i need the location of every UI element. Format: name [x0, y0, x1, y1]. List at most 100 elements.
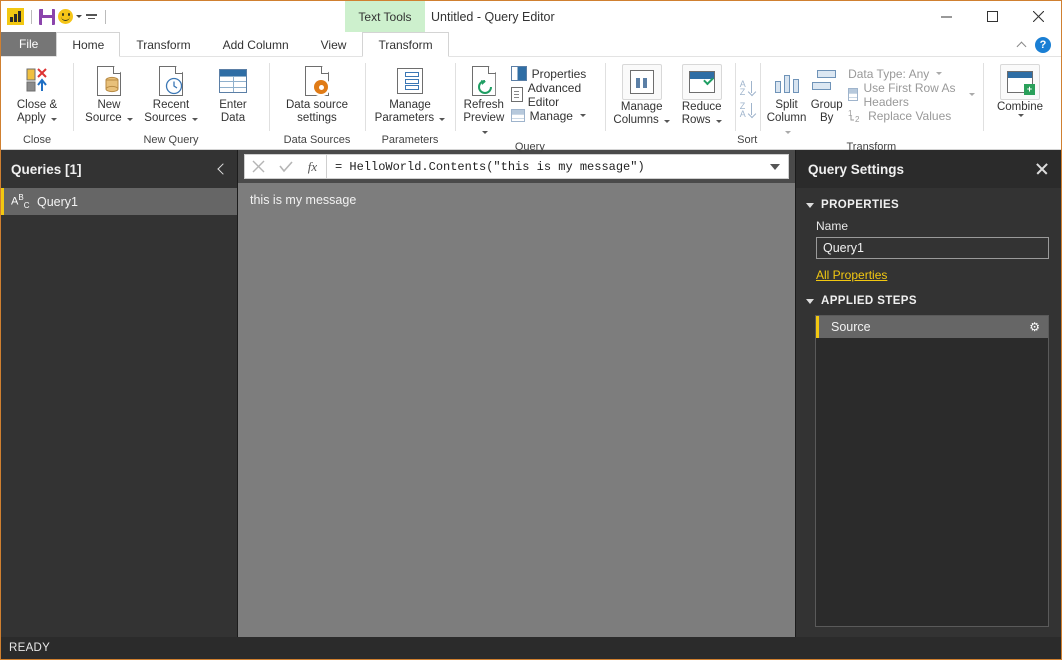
formula-input[interactable]: = HelloWorld.Contents("this is my messag… [326, 154, 789, 179]
query-settings-header: Query Settings [796, 150, 1061, 188]
applied-steps-section-header[interactable]: APPLIED STEPS [796, 284, 1061, 313]
split-column-button[interactable]: Split Column [765, 61, 809, 141]
tab-strip-right-controls: ? [1017, 32, 1057, 57]
close-button[interactable] [1015, 1, 1061, 32]
sort-descending-button[interactable]: ZA [739, 101, 755, 119]
enter-data-button[interactable]: Enter Data [202, 61, 264, 128]
combine-button[interactable]: + Combine [991, 61, 1049, 120]
properties-label: Properties [531, 66, 587, 81]
query-list-item-query1[interactable]: ABC Query1 [1, 188, 237, 215]
advanced-editor-icon [510, 87, 523, 102]
save-icon[interactable] [39, 8, 55, 25]
tab-file[interactable]: File [1, 32, 57, 56]
collapse-queries-icon[interactable] [215, 163, 227, 175]
formula-bar-buttons: fx [244, 154, 326, 179]
transform-small-commands: Data Type: Any Use First Row As Headers … [845, 61, 978, 126]
name-input[interactable]: Query1 [816, 237, 1049, 259]
replace-values-icon: 12 [848, 109, 863, 124]
abc-text-icon: ABC [11, 193, 30, 210]
chevron-down-icon [806, 298, 814, 304]
first-row-headers-icon [848, 88, 859, 101]
formula-bar: fx = HelloWorld.Contents("this is my mes… [238, 150, 795, 183]
ribbon-group-query: Refresh Preview Properties Advanced Edito… [455, 57, 605, 153]
customize-toolbar-icon[interactable] [85, 11, 98, 22]
advanced-editor-button[interactable]: Advanced Editor [508, 81, 600, 109]
manage-columns-button[interactable]: Manage Columns [610, 61, 674, 130]
manage-parameters-button[interactable]: Manage Parameters [370, 61, 450, 128]
combine-dropdown-icon[interactable] [1018, 114, 1024, 117]
tab-text-tools-transform[interactable]: Transform [362, 32, 449, 57]
manage-button[interactable]: Manage [508, 105, 600, 126]
smiley-icon[interactable] [58, 9, 73, 24]
ribbon-group-new-query: New Source Recent Sources Enter Data New… [73, 57, 269, 149]
group-label-sort: Sort [737, 134, 758, 146]
combine-icon: + [1000, 64, 1040, 100]
group-by-label: Group By [810, 99, 843, 124]
properties-section-label: PROPERTIES [821, 199, 900, 211]
queries-panel: Queries [1] ABC Query1 [1, 150, 238, 637]
replace-values-label: Replace Values [868, 108, 952, 123]
preview-content: this is my message [238, 183, 795, 637]
data-source-settings-button[interactable]: Data source settings [274, 61, 360, 128]
group-label-new-query: New Query [143, 134, 199, 146]
refresh-preview-icon [471, 64, 496, 98]
maximize-button[interactable] [969, 1, 1015, 32]
applied-steps-list: Source ⚙ [815, 315, 1049, 627]
group-label-close: Close [22, 134, 52, 146]
tab-transform[interactable]: Transform [120, 32, 206, 56]
applied-step-source[interactable]: Source ⚙ [816, 316, 1048, 338]
reduce-rows-label: Reduce Rows [681, 101, 722, 126]
tab-view[interactable]: View [305, 32, 363, 56]
sort-za-icon: ZA [739, 101, 746, 119]
formula-accept-button[interactable] [272, 155, 299, 178]
contextual-tab-group-label: Text Tools [345, 1, 425, 32]
refresh-preview-button[interactable]: Refresh Preview [460, 61, 508, 141]
help-icon[interactable]: ? [1035, 36, 1051, 53]
properties-section-header[interactable]: PROPERTIES [796, 188, 1061, 217]
tab-add-column[interactable]: Add Column [207, 32, 305, 56]
formula-cancel-button[interactable] [245, 155, 272, 178]
expand-formula-bar-icon[interactable] [770, 163, 780, 170]
combine-label: Combine [996, 101, 1044, 113]
use-first-row-as-headers-button[interactable]: Use First Row As Headers [845, 81, 978, 109]
recent-sources-label: Recent Sources [144, 99, 198, 125]
preview-value: this is my message [250, 193, 357, 207]
first-row-headers-dropdown-icon[interactable] [969, 93, 975, 96]
ribbon-tab-strip: File Home Transform Add Column View Tran… [1, 32, 1061, 57]
divider [105, 9, 106, 24]
manage-columns-label: Manage Columns [613, 101, 670, 127]
data-type-dropdown-icon[interactable] [936, 72, 943, 75]
close-and-apply-button[interactable]: Close & Apply [6, 61, 68, 128]
manage-parameters-icon [397, 64, 423, 98]
smiley-dropdown-icon[interactable] [76, 15, 82, 18]
sort-ascending-button[interactable]: AZ [740, 80, 755, 97]
queries-title: Queries [1] [11, 161, 82, 177]
group-label-query: Query [514, 141, 545, 153]
status-text: READY [9, 642, 51, 654]
divider [31, 9, 32, 24]
new-source-label: New Source [85, 99, 133, 125]
title-bar: Text Tools Untitled - Query Editor [1, 1, 1061, 32]
tab-home[interactable]: Home [56, 32, 121, 57]
enter-data-label: Enter Data [219, 99, 247, 124]
enter-data-icon [219, 64, 247, 98]
data-source-settings-icon [305, 64, 329, 98]
recent-sources-button[interactable]: Recent Sources [140, 61, 202, 128]
close-icon[interactable] [1035, 162, 1049, 176]
status-bar: READY [1, 637, 1061, 659]
collapse-ribbon-icon[interactable] [1017, 40, 1027, 50]
query-settings-panel: Query Settings PROPERTIES Name Query1 Al… [796, 150, 1061, 637]
manage-dropdown-icon[interactable] [579, 114, 586, 117]
minimize-button[interactable] [923, 1, 969, 32]
group-by-button[interactable]: Group By [808, 61, 845, 128]
reduce-rows-button[interactable]: Reduce Rows [674, 61, 730, 130]
ribbon: Close & Apply Close New Source Recent So… [1, 57, 1061, 153]
new-source-button[interactable]: New Source [78, 61, 140, 128]
group-label-columns-rows [605, 131, 735, 149]
split-column-icon [773, 64, 801, 98]
insert-function-icon[interactable]: fx [299, 155, 326, 178]
window-controls [923, 1, 1061, 32]
replace-values-button[interactable]: 12 Replace Values [845, 105, 978, 126]
all-properties-link[interactable]: All Properties [796, 259, 887, 282]
gear-icon[interactable]: ⚙ [1029, 320, 1040, 334]
